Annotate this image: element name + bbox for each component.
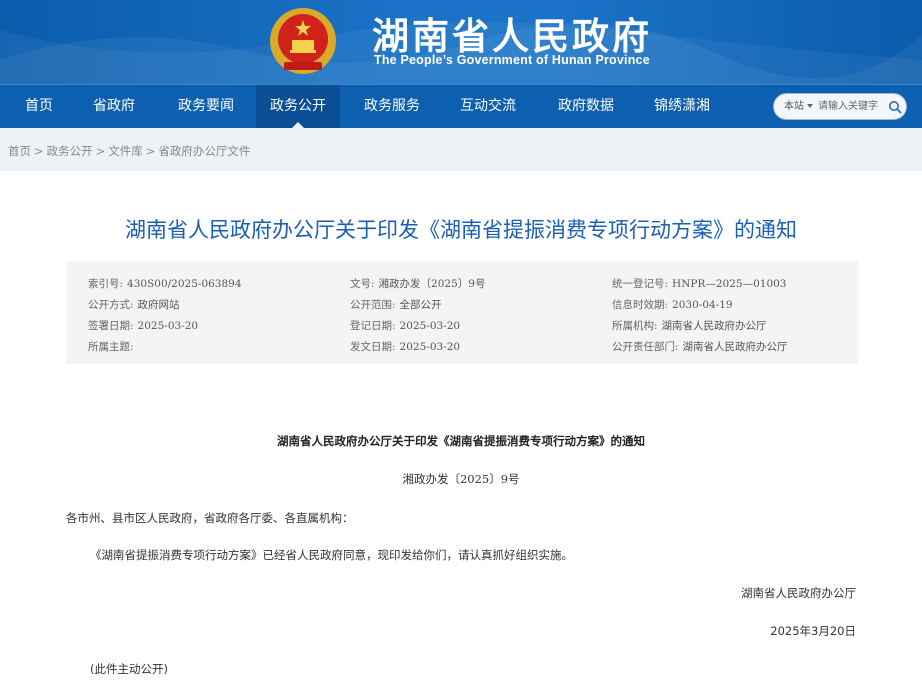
meta-unified-registration-number: 统一登记号: HNPR—2025—01003	[612, 278, 787, 290]
meta-validity-period: 信息时效期: 2030-04-19	[612, 299, 733, 311]
nav-item-home[interactable]: 首页	[0, 85, 78, 128]
site-title-chinese[interactable]: 湖南省人民政府	[372, 6, 652, 60]
nav-item-government-affairs-disclosure[interactable]: 政务公开	[256, 85, 340, 128]
nav-item-government-news[interactable]: 政务要闻	[166, 85, 246, 128]
meta-document-number: 文号: 湘政办发〔2025〕9号	[350, 278, 486, 290]
document-title: 湖南省人民政府办公厅关于印发《湖南省提振消费专项行动方案》的通知	[125, 218, 797, 242]
breadcrumb-document-library[interactable]: 文件库	[108, 144, 143, 158]
document-body-title: 湖南省人民政府办公厅关于印发《湖南省提振消费专项行动方案》的通知	[277, 434, 645, 448]
nav-item-government-services[interactable]: 政务服务	[352, 85, 432, 128]
document-addressee: 各市州、县市区人民政府，省政府各厅委、各直属机构：	[66, 511, 354, 525]
meta-subject: 所属主题:	[88, 341, 134, 353]
nav-item-government-data[interactable]: 政府数据	[546, 85, 626, 128]
meta-issue-date: 发文日期: 2025-03-20	[350, 341, 461, 353]
nav-item-interaction[interactable]: 互动交流	[448, 85, 528, 128]
meta-index-number: 索引号: 430S00/2025-063894	[88, 278, 242, 290]
breadcrumb-current[interactable]: 省政府办公厅文件	[158, 144, 250, 158]
nav-item-splendid-hunan[interactable]: 锦绣潇湘	[642, 85, 722, 128]
nav-item-provincial-government[interactable]: 省政府	[78, 85, 150, 128]
breadcrumb: 首页 > 政务公开 > 文件库 > 省政府办公厅文件	[8, 143, 250, 159]
document-paragraph: 《湖南省提振消费专项行动方案》已经省人民政府同意，现印发给你们，请认真抓好组织实…	[90, 548, 573, 562]
breadcrumb-home[interactable]: 首页	[8, 144, 31, 158]
site-header-banner: 湖南省人民政府 The People’s Government of Hunan…	[0, 0, 922, 84]
site-search-box: 本站	[773, 93, 907, 120]
meta-responsible-department: 公开责任部门: 湖南省人民政府办公厅	[612, 341, 788, 353]
main-navigation: 首页 省政府 政务要闻 政务公开 政务服务 互动交流 政府数据 锦绣潇湘 本站	[0, 84, 922, 128]
document-metadata-panel: 索引号: 430S00/2025-063894 公开方式: 政府网站 签署日期: 20…	[66, 261, 858, 364]
breadcrumb-separator: >	[95, 144, 106, 158]
document-date: 2025年3月20日	[770, 624, 856, 638]
meta-registration-date: 登记日期: 2025-03-20	[350, 320, 461, 332]
search-icon[interactable]	[888, 100, 902, 114]
meta-signing-date: 签署日期: 2025-03-20	[88, 320, 199, 332]
site-title-english: The People’s Government of Hunan Provinc…	[374, 53, 650, 67]
national-emblem-icon[interactable]	[268, 6, 338, 76]
public-disclosure-note: (此件主动公开)	[90, 662, 168, 676]
document-signer: 湖南省人民政府办公厅	[741, 586, 856, 600]
breadcrumb-government-affairs[interactable]: 政务公开	[47, 144, 93, 158]
meta-issuing-organization: 所属机构: 湖南省人民政府办公厅	[612, 320, 767, 332]
breadcrumb-separator: >	[145, 144, 156, 158]
search-input[interactable]	[818, 97, 886, 116]
search-scope-select[interactable]: 本站	[784, 94, 804, 119]
breadcrumb-separator: >	[34, 144, 44, 158]
meta-publication-method: 公开方式: 政府网站	[88, 299, 180, 311]
meta-publication-scope: 公开范围: 全部公开	[350, 299, 442, 311]
document-content-card: 湖南省人民政府办公厅关于印发《湖南省提振消费专项行动方案》的通知 索引号: 430…	[0, 171, 922, 688]
chevron-down-icon[interactable]	[807, 104, 813, 108]
document-number: 湘政办发〔2025〕9号	[402, 472, 520, 486]
